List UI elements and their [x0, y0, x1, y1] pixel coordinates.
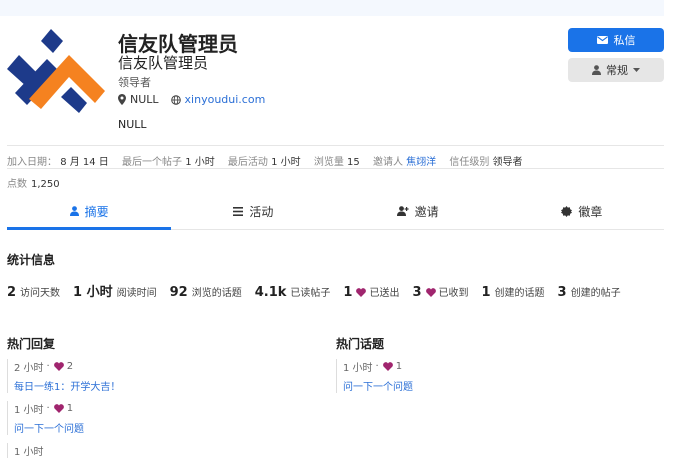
location-text: NULL — [130, 93, 159, 106]
website: xinyoudui.com — [170, 93, 266, 106]
points-stat: 点数 1,250 — [7, 179, 60, 190]
header-divider — [7, 145, 664, 146]
stat-read-time: 1 小时 阅读时间 — [73, 285, 157, 300]
trust-level-stat: 信任级别 领导者 — [449, 157, 523, 168]
user-icon — [69, 206, 79, 216]
last-seen-stat: 最后活动 1 小时 — [227, 157, 301, 168]
user-plus-icon — [396, 206, 409, 216]
reply-meta: 1 小时 — [14, 443, 327, 458]
last-post-stat: 最后一个帖子 1 小时 — [122, 157, 215, 168]
top-topics-title: 热门话题 — [336, 337, 385, 351]
stat-likes-received: 3 已收到 — [412, 285, 469, 300]
reply-meta: 2 小时 · 2 — [14, 361, 74, 374]
user-title: 领导者 — [118, 76, 151, 89]
stat-posts-created: 3 创建的帖子 — [557, 285, 621, 300]
stat-topics-created: 1 创建的话题 — [481, 285, 545, 300]
stat-posts-read: 4.1k 已读帖子 — [254, 285, 331, 300]
xinyoudui-logo — [7, 29, 105, 113]
tab-invites[interactable]: 邀请 — [336, 193, 500, 229]
notification-level-label: 常规 — [606, 64, 628, 77]
heart-icon — [425, 288, 436, 297]
avatar[interactable] — [7, 27, 105, 119]
location: NULL — [118, 93, 159, 106]
topic-time: 1 小时 — [343, 363, 373, 374]
reply-meta: 1 小时 · 1 — [14, 403, 74, 416]
topic-likes: 1 — [395, 361, 403, 372]
topic-meta: 1 小时 · 1 — [343, 361, 403, 374]
profile-tabs: 摘要 活动 邀请 徽章 — [7, 193, 664, 230]
user-bio: NULL — [118, 118, 147, 131]
tab-summary-label: 摘要 — [84, 204, 109, 219]
summary-stats: 2 访问天数 1 小时 阅读时间 92 浏览的话题 4.1k 已读帖子 1 已送出 3 已收… — [7, 281, 634, 300]
reply-time: 1 小时 — [14, 405, 44, 416]
tab-badges-label: 徽章 — [578, 204, 603, 219]
heart-icon — [356, 288, 367, 297]
tab-activity[interactable]: 活动 — [171, 193, 335, 229]
map-marker-icon — [118, 94, 126, 105]
list-item: 1 小时 · 1 问一下一个问题 — [7, 401, 327, 435]
list-item: 2 小时 · 2 每日一练1：开学大吉！ — [7, 359, 327, 393]
message-button[interactable]: 私信 — [568, 28, 664, 52]
views-stat: 浏览量 15 — [313, 157, 360, 168]
invited-by-link[interactable]: 焦翊洋 — [406, 157, 436, 168]
user-stats-line: 加入日期： 8 月 14 日 最后一个帖子 1 小时 最后活动 1 小时 浏览量… — [7, 153, 533, 168]
website-link[interactable]: xinyoudui.com — [185, 93, 266, 106]
top-replies-title: 热门回复 — [7, 337, 56, 351]
tab-activity-label: 活动 — [249, 204, 274, 219]
stats-section-title: 统计信息 — [7, 253, 56, 267]
user-icon — [592, 65, 601, 75]
heart-icon — [53, 362, 64, 371]
message-button-label: 私信 — [613, 34, 636, 47]
invited-by-stat: 邀请人 焦翊洋 — [372, 157, 437, 168]
reply-title-link[interactable]: 问一下一个问题 — [14, 420, 327, 435]
envelope-icon — [596, 36, 608, 44]
caret-down-icon — [633, 68, 640, 72]
top-banner-strip — [0, 0, 664, 16]
user-full-name: 信友队管理员 — [118, 54, 209, 72]
reply-title-link[interactable]: 每日一练1：开学大吉！ — [14, 378, 327, 393]
heart-icon — [382, 362, 393, 371]
reply-time: 1 小时 — [14, 447, 44, 458]
tab-badges[interactable]: 徽章 — [500, 193, 664, 229]
tab-invites-label: 邀请 — [414, 204, 439, 219]
list-item: 1 小时 — [7, 443, 327, 458]
globe-icon — [170, 94, 181, 105]
reply-time: 2 小时 — [14, 363, 44, 374]
stats-divider — [7, 168, 664, 169]
stat-likes-given: 1 已送出 — [343, 285, 400, 300]
heart-icon — [53, 404, 64, 413]
stat-topics-viewed: 92 浏览的话题 — [169, 285, 242, 300]
certificate-icon — [561, 205, 573, 217]
stat-days-visited: 2 访问天数 — [7, 285, 61, 300]
user-meta: NULL xinyoudui.com — [118, 93, 265, 106]
reply-likes: 1 — [66, 403, 74, 414]
tab-summary[interactable]: 摘要 — [7, 193, 172, 230]
topic-title-link[interactable]: 问一下一个问题 — [343, 378, 656, 393]
list-item: 1 小时 · 1 问一下一个问题 — [336, 359, 656, 393]
list-icon — [233, 206, 244, 216]
reply-likes: 2 — [66, 361, 74, 372]
joined-stat: 加入日期： 8 月 14 日 — [7, 157, 109, 168]
notification-level-dropdown[interactable]: 常规 — [568, 58, 664, 82]
